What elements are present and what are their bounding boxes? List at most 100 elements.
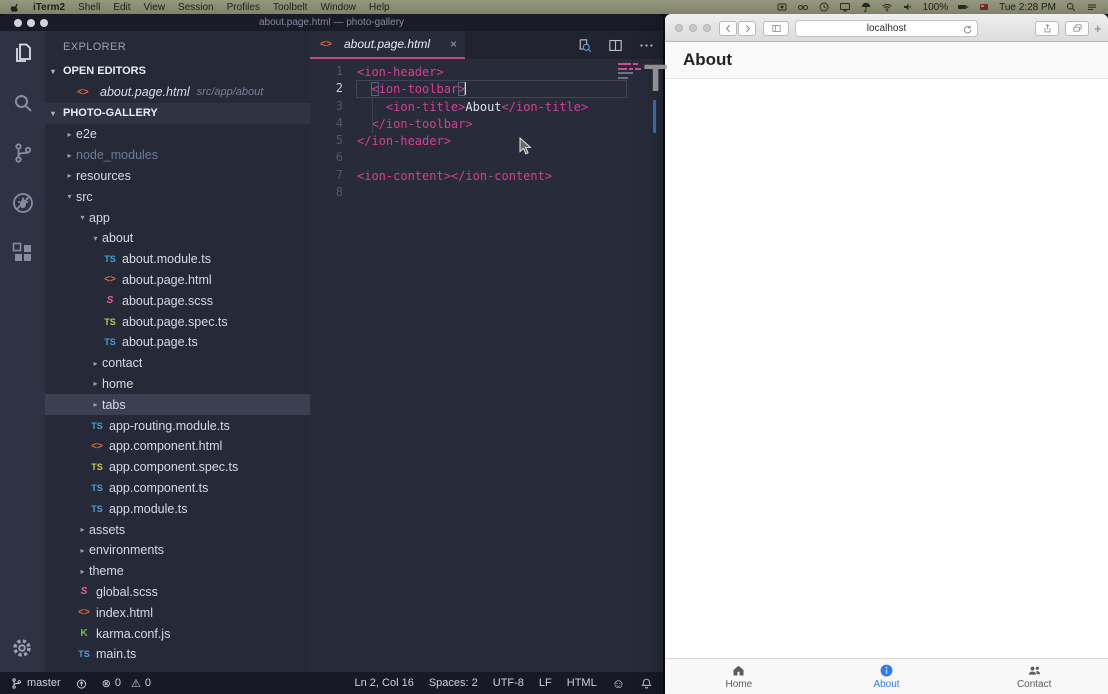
close-tab-icon[interactable]: × [450, 37, 457, 51]
tab-about[interactable]: About [813, 659, 961, 694]
tree-file-karma-conf-js[interactable]: Kkarma.conf.js [45, 623, 310, 644]
tab-home[interactable]: Home [665, 659, 813, 694]
notifications-bell-icon[interactable] [640, 677, 653, 690]
tree-file-about-page-html[interactable]: <>about.page.html [45, 270, 310, 291]
tree-folder-app[interactable]: ▾app [45, 207, 310, 228]
editor-scrollbar[interactable] [653, 100, 656, 133]
tree-file-app-routing-module-ts[interactable]: TSapp-routing.module.ts [45, 415, 310, 436]
menu-session[interactable]: Session [178, 2, 214, 13]
reload-icon[interactable] [962, 24, 973, 35]
menu-window[interactable]: Window [320, 2, 356, 13]
tree-folder-e2e[interactable]: ▸e2e [45, 124, 310, 145]
tree-file-about-page-ts[interactable]: TSabout.page.ts [45, 332, 310, 353]
tree-folder-about[interactable]: ▾about [45, 228, 310, 249]
explorer-sidebar: EXPLORER ▾ OPEN EDITORS <>about.page.htm… [45, 31, 310, 672]
tree-folder-assets[interactable]: ▸assets [45, 519, 310, 540]
git-branch-indicator[interactable]: master [10, 677, 61, 690]
tree-folder-resources[interactable]: ▸resources [45, 166, 310, 187]
vscode-titlebar[interactable]: about.page.html — photo-gallery [0, 14, 663, 31]
battery-icon[interactable] [957, 1, 969, 13]
code-line-2[interactable]: 2 <ion-toolbar> [310, 80, 663, 97]
tree-file-about-module-ts[interactable]: TSabout.module.ts [45, 249, 310, 270]
menu-profiles[interactable]: Profiles [227, 2, 260, 13]
open-editor-item[interactable]: <>about.page.htmlsrc/app/about [45, 82, 310, 103]
split-editor-icon[interactable] [607, 37, 624, 54]
tree-file-global-scss[interactable]: Sglobal.scss [45, 582, 310, 603]
tree-folder-node-modules[interactable]: ▸node_modules [45, 145, 310, 166]
code-line-6[interactable]: 6 [310, 149, 663, 166]
notification-center-icon[interactable] [1086, 1, 1098, 13]
code-line-8[interactable]: 8 [310, 184, 663, 201]
umbrella-icon[interactable] [860, 1, 872, 13]
forward-button[interactable] [738, 21, 756, 36]
feedback-smiley-icon[interactable]: ☺ [612, 676, 625, 691]
apple-menu-icon[interactable] [10, 2, 21, 13]
sidebar-toggle-icon[interactable] [763, 21, 789, 36]
code-line-5[interactable]: 5</ion-header> [310, 132, 663, 149]
wifi-icon[interactable] [881, 1, 893, 13]
volume-icon[interactable] [902, 1, 914, 13]
explorer-icon[interactable] [11, 41, 35, 65]
debug-disabled-icon[interactable] [11, 191, 35, 215]
glasses-icon[interactable] [797, 1, 809, 13]
tree-file-main-ts[interactable]: TSmain.ts [45, 644, 310, 665]
encoding-setting[interactable]: UTF-8 [493, 677, 524, 689]
html-file-icon: <> [75, 82, 91, 103]
minimize-window-button[interactable] [689, 24, 697, 32]
back-button[interactable] [719, 21, 737, 36]
open-search-editor-icon[interactable] [576, 37, 593, 54]
tree-file-app-module-ts[interactable]: TSapp.module.ts [45, 498, 310, 519]
tree-folder-theme[interactable]: ▸theme [45, 561, 310, 582]
code-line-4[interactable]: 4 </ion-toolbar> [310, 115, 663, 132]
tree-folder-environments[interactable]: ▸environments [45, 540, 310, 561]
menu-iterm2[interactable]: iTerm2 [33, 2, 65, 13]
sync-button[interactable] [75, 677, 88, 690]
more-actions-icon[interactable] [638, 37, 655, 54]
menu-shell[interactable]: Shell [78, 2, 100, 13]
tab-overview-icon[interactable] [1065, 21, 1089, 36]
tree-folder-src[interactable]: ▾src [45, 186, 310, 207]
menu-help[interactable]: Help [369, 2, 390, 13]
search-icon[interactable] [11, 91, 35, 115]
menu-edit[interactable]: Edit [113, 2, 130, 13]
address-bar[interactable]: localhost [795, 20, 978, 37]
chevron-right-icon: ▸ [76, 525, 89, 534]
problems-indicator[interactable]: ⊗ 0 ⚠ 0 [102, 677, 151, 690]
project-section-header[interactable]: ▾ PHOTO-GALLERY [45, 103, 310, 124]
open-editors-section-header[interactable]: ▾ OPEN EDITORS [45, 61, 310, 82]
share-icon[interactable] [1035, 21, 1059, 36]
code-line-7[interactable]: 7<ion-content></ion-content> [310, 167, 663, 184]
tree-file-app-component-ts[interactable]: TSapp.component.ts [45, 478, 310, 499]
indentation-setting[interactable]: Spaces: 2 [429, 677, 478, 689]
spotlight-icon[interactable] [1065, 1, 1077, 13]
display-icon[interactable] [839, 1, 851, 13]
screen-capture-icon[interactable] [776, 1, 788, 13]
close-window-button[interactable] [675, 24, 683, 32]
clock-icon[interactable] [818, 1, 830, 13]
code-line-3[interactable]: 3 <ion-title>About</ion-title> [310, 98, 663, 115]
code-line-1[interactable]: 1<ion-header> [310, 63, 663, 80]
tree-folder-home[interactable]: ▸home [45, 374, 310, 395]
cursor-position[interactable]: Ln 2, Col 16 [355, 677, 414, 689]
menu-toolbelt[interactable]: Toolbelt [273, 2, 307, 13]
new-tab-button[interactable]: + [1094, 21, 1102, 36]
code-editor[interactable]: 1<ion-header>2 <ion-toolbar>3 <ion-title… [310, 59, 663, 672]
tree-file-app-component-html[interactable]: <>app.component.html [45, 436, 310, 457]
zoom-window-button[interactable] [703, 24, 711, 32]
tree-file-about-page-scss[interactable]: Sabout.page.scss [45, 290, 310, 311]
gear-icon[interactable] [10, 636, 34, 660]
keyboard-flag-icon[interactable] [978, 1, 990, 13]
extensions-icon[interactable] [11, 241, 35, 265]
tree-file-about-page-spec-ts[interactable]: TSabout.page.spec.ts [45, 311, 310, 332]
tree-file-app-component-spec-ts[interactable]: TSapp.component.spec.ts [45, 457, 310, 478]
language-mode[interactable]: HTML [567, 677, 597, 689]
menu-view[interactable]: View [144, 2, 166, 13]
tree-folder-contact[interactable]: ▸contact [45, 353, 310, 374]
eol-setting[interactable]: LF [539, 677, 552, 689]
tree-folder-tabs[interactable]: ▸tabs [45, 394, 310, 415]
tab-about-page-html[interactable]: <> about.page.html × [310, 31, 465, 59]
menubar-clock: Tue 2:28 PM [999, 2, 1056, 13]
source-control-icon[interactable] [11, 141, 35, 165]
tree-file-index-html[interactable]: <>index.html [45, 602, 310, 623]
tab-contact[interactable]: Contact [960, 659, 1108, 694]
